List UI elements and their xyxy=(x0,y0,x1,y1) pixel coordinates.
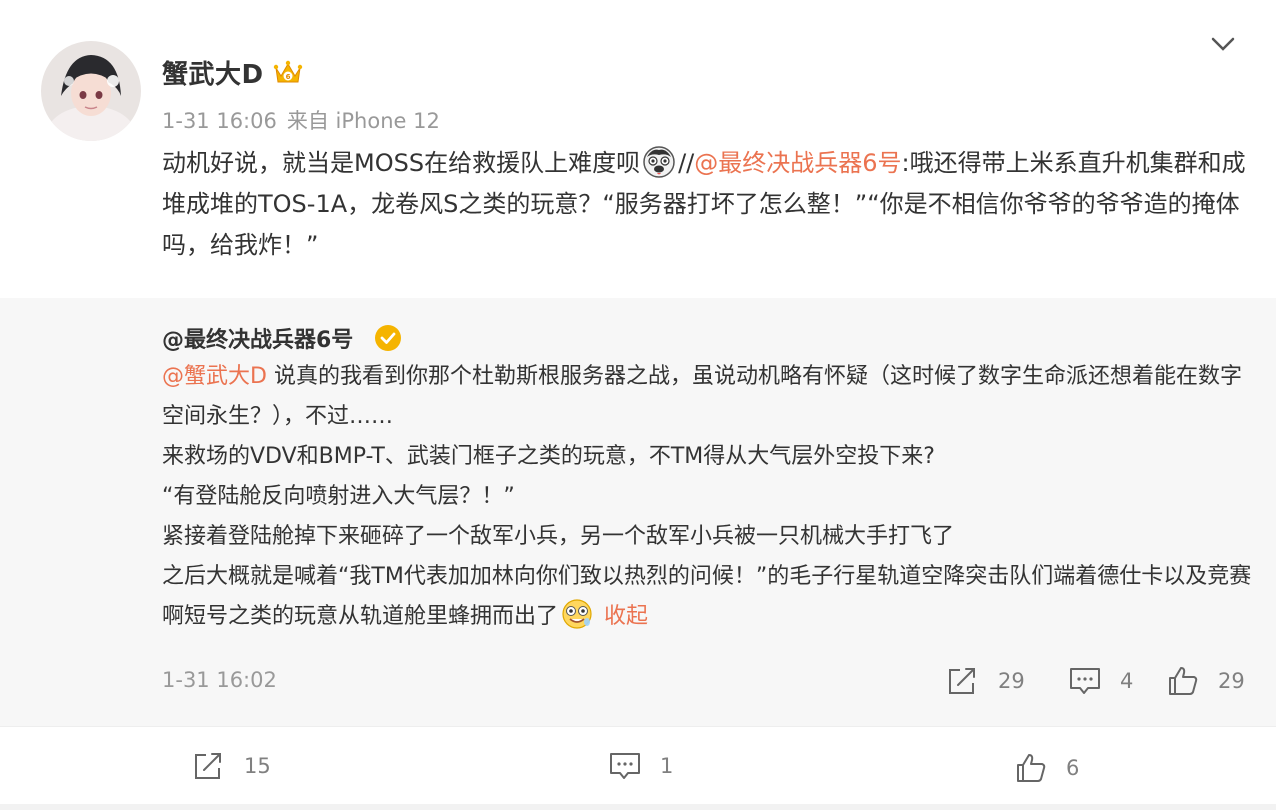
mention-link[interactable]: @最终决战兵器6号 xyxy=(694,149,901,177)
like-icon xyxy=(1017,754,1046,782)
repost-like-button[interactable]: 29 xyxy=(1166,665,1245,697)
repost-comment-count: 4 xyxy=(1120,669,1134,693)
svg-text:6: 6 xyxy=(286,73,291,81)
footer-divider xyxy=(0,726,1276,727)
emoji-doge-icon xyxy=(642,145,676,179)
comment-icon xyxy=(610,753,640,779)
repost-time[interactable]: 1-31 16:02 xyxy=(162,668,277,692)
emoji-laugh-icon xyxy=(560,597,594,631)
repost-text: @蟹武大D 说真的我看到你那个杜勒斯根服务器之战，虽说动机略有怀疑（这时候了数字… xyxy=(162,357,1252,637)
post-text: 动机好说，就当是MOSS在给救援队上难度呗 //@最终决战兵器6号:哦还得带上米… xyxy=(162,143,1247,266)
collapse-link[interactable]: 收起 xyxy=(604,604,648,629)
repost-share-count: 29 xyxy=(998,669,1025,693)
post-source: 来自 iPhone 12 xyxy=(286,109,440,133)
repost-comment-button[interactable]: 4 xyxy=(1068,665,1133,697)
share-count: 15 xyxy=(244,754,271,778)
avatar[interactable] xyxy=(41,41,141,141)
repost-like-count: 29 xyxy=(1218,669,1245,693)
repost-line-1-text: 说真的我看到你那个杜勒斯根服务器之战，虽说动机略有怀疑（这时候了数字生命派还想着… xyxy=(162,364,1242,429)
username[interactable]: 蟹武大D xyxy=(162,54,264,91)
share-button[interactable]: 15 xyxy=(192,750,271,782)
comment-count: 1 xyxy=(660,754,674,778)
chevron-down-icon[interactable] xyxy=(1208,32,1238,56)
post-time[interactable]: 1-31 16:06 xyxy=(162,109,277,133)
repost-mention-link[interactable]: @蟹武大D xyxy=(162,364,267,389)
like-count: 6 xyxy=(1066,756,1080,780)
repost-line-4: 紧接着登陆舱掉下来砸碎了一个敌军小兵，另一个敌军小兵被一只机械大手打飞了 xyxy=(162,524,955,549)
post-text-part-1: 动机好说，就当是MOSS在给救援队上难度呗 xyxy=(162,149,641,177)
like-button[interactable]: 6 xyxy=(1014,752,1079,784)
comment-icon xyxy=(1070,668,1100,694)
like-icon xyxy=(1169,667,1198,695)
share-icon xyxy=(195,753,221,779)
repost-line-2: 来救场的VDV和BMP-T、武装门框子之类的玩意，不TM得从大气层外空投下来? xyxy=(162,444,935,469)
verified-icon xyxy=(374,324,402,352)
crown-icon: 6 xyxy=(272,56,304,88)
comment-button[interactable]: 1 xyxy=(608,750,673,782)
post-text-separator: // xyxy=(678,149,695,177)
repost-line-5-text: 之后大概就是喊着“我TM代表加加林向你们致以热烈的问候！”的毛子行星轨道空降突击… xyxy=(162,564,1252,629)
repost-line-5: 之后大概就是喊着“我TM代表加加林向你们致以热烈的问候！”的毛子行星轨道空降突击… xyxy=(162,557,1252,637)
post-meta: 1-31 16:06 来自 iPhone 12 xyxy=(162,105,440,135)
repost-author[interactable]: @最终决战兵器6号 xyxy=(162,322,353,354)
share-icon xyxy=(949,668,975,694)
repost-line-3: “有登陆舱反向喷射进入大气层？！” xyxy=(162,484,515,509)
repost-share-button[interactable]: 29 xyxy=(946,665,1025,697)
bottom-divider xyxy=(0,804,1276,810)
repost-line-1: @蟹武大D 说真的我看到你那个杜勒斯根服务器之战，虽说动机略有怀疑（这时候了数字… xyxy=(162,357,1252,437)
